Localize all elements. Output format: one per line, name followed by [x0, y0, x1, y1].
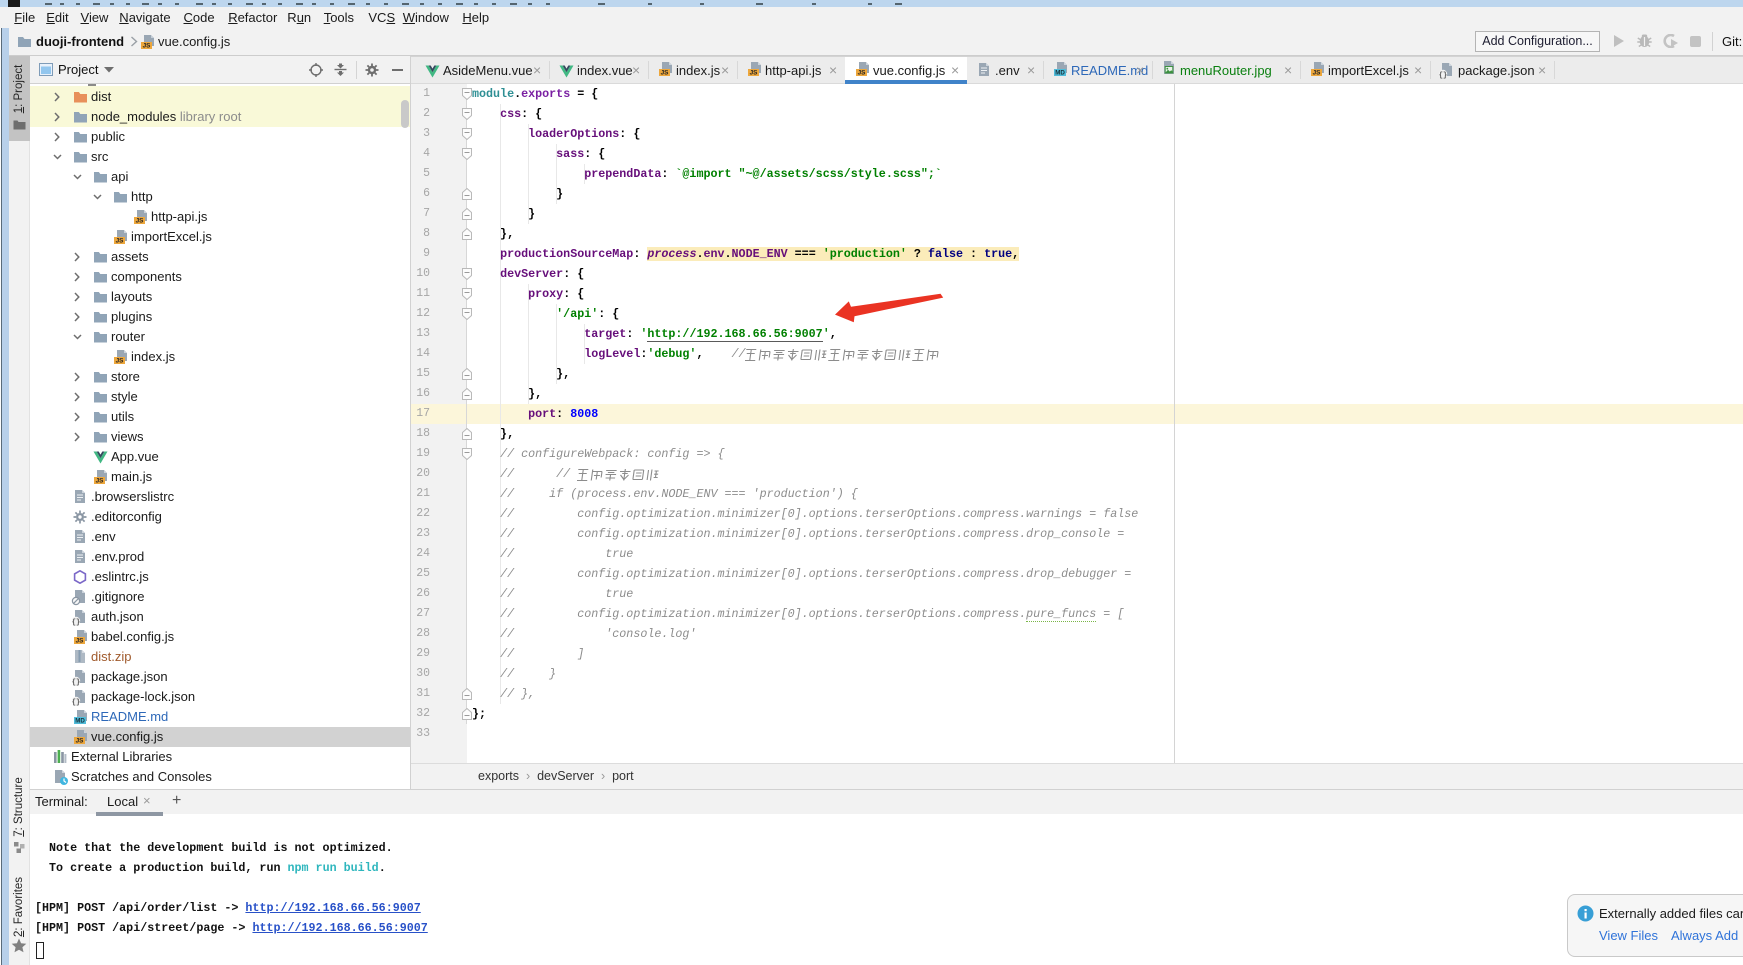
svg-text:JS: JS	[136, 218, 145, 225]
svg-text:JS: JS	[96, 478, 105, 485]
svg-text:JS: JS	[1313, 70, 1322, 77]
svg-text:JS: JS	[116, 358, 125, 365]
svg-text:JS: JS	[858, 70, 867, 77]
svg-text:{}: {}	[1439, 72, 1447, 79]
svg-text:MD: MD	[75, 718, 85, 725]
svg-text:JS: JS	[143, 43, 152, 50]
svg-text:{}: {}	[72, 619, 80, 626]
svg-text:{}: {}	[72, 699, 80, 706]
svg-text:MD: MD	[1055, 70, 1065, 77]
svg-text:JS: JS	[116, 238, 125, 245]
svg-text:JS: JS	[750, 70, 759, 77]
svg-text:JS: JS	[76, 738, 85, 745]
svg-text:{}: {}	[72, 679, 80, 686]
svg-text:JS: JS	[76, 638, 85, 645]
svg-text:JS: JS	[661, 70, 670, 77]
